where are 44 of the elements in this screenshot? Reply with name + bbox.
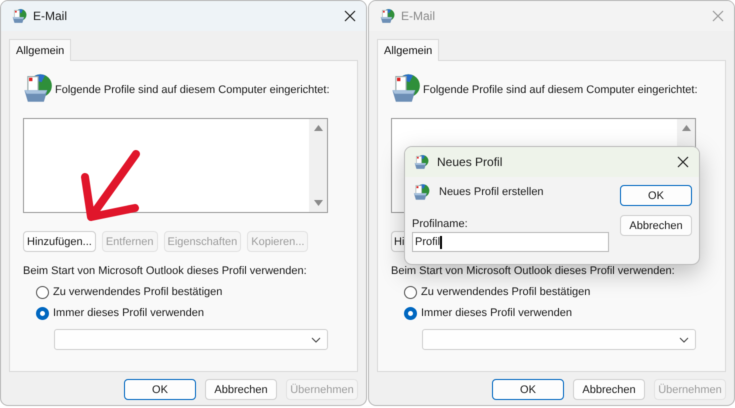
profile-name-field[interactable]: Profil [412,232,609,252]
tab[interactable]: Allgemein [9,39,72,61]
window-title: E-Mail [33,9,68,23]
profile-action-button[interactable]: Hi [391,231,404,252]
radio-label[interactable]: Zu verwendendes Profil bestätigen [53,286,222,298]
radio-label[interactable]: Zu verwendendes Profil bestätigen [421,286,590,298]
mail-profile-icon [413,154,429,170]
tab[interactable]: Allgemein [377,39,440,61]
chevron-down-icon [679,336,689,342]
scrollbar[interactable] [309,119,327,212]
close-button[interactable] [675,154,691,170]
close-button[interactable] [342,8,358,24]
field-label: Profilname: [412,218,469,230]
radio-button[interactable] [36,306,49,320]
radio-label[interactable]: Immer dieses Profil verwenden [421,307,572,319]
dialog-button[interactable]: Abbrechen [620,215,692,236]
dialog-button[interactable]: Abbrechen [205,379,277,400]
dialog-button[interactable]: OK [124,379,196,400]
startup-label: Beim Start von Microsoft Outlook dieses Profil verwenden: [391,265,676,277]
close-icon [712,10,724,22]
close-icon [677,156,689,168]
scroll-up-icon [314,125,322,131]
profile-action-button[interactable]: Hinzufügen... [23,231,96,252]
mail-profile-icon [11,8,27,24]
close-icon [344,10,356,22]
dialog-button[interactable]: OK [492,379,564,400]
dialog-title: Neues Profil [437,155,504,169]
dialog-heading: Neues Profil erstellen [439,186,544,198]
scroll-down-icon [314,200,322,206]
chevron-down-icon [311,336,321,342]
dialog-button[interactable]: OK [620,185,692,206]
window-title: E-Mail [401,9,436,23]
mail-profile-icon [379,8,395,24]
scroll-up-icon [682,125,690,131]
radio-button[interactable] [36,286,49,298]
radio-button[interactable] [404,286,417,298]
profile-list[interactable] [23,118,328,213]
intro-text: Folgende Profile sind auf diesem Computer eingerichtet: [423,84,698,96]
intro-text: Folgende Profile sind auf diesem Computer eingerichtet: [55,84,330,96]
startup-label: Beim Start von Microsoft Outlook dieses Profil verwenden: [23,265,308,277]
dialog-button[interactable]: Abbrechen [573,379,645,400]
radio-label[interactable]: Immer dieses Profil verwenden [53,307,204,319]
radio-button[interactable] [404,306,417,320]
mail-profile-icon [412,183,430,201]
